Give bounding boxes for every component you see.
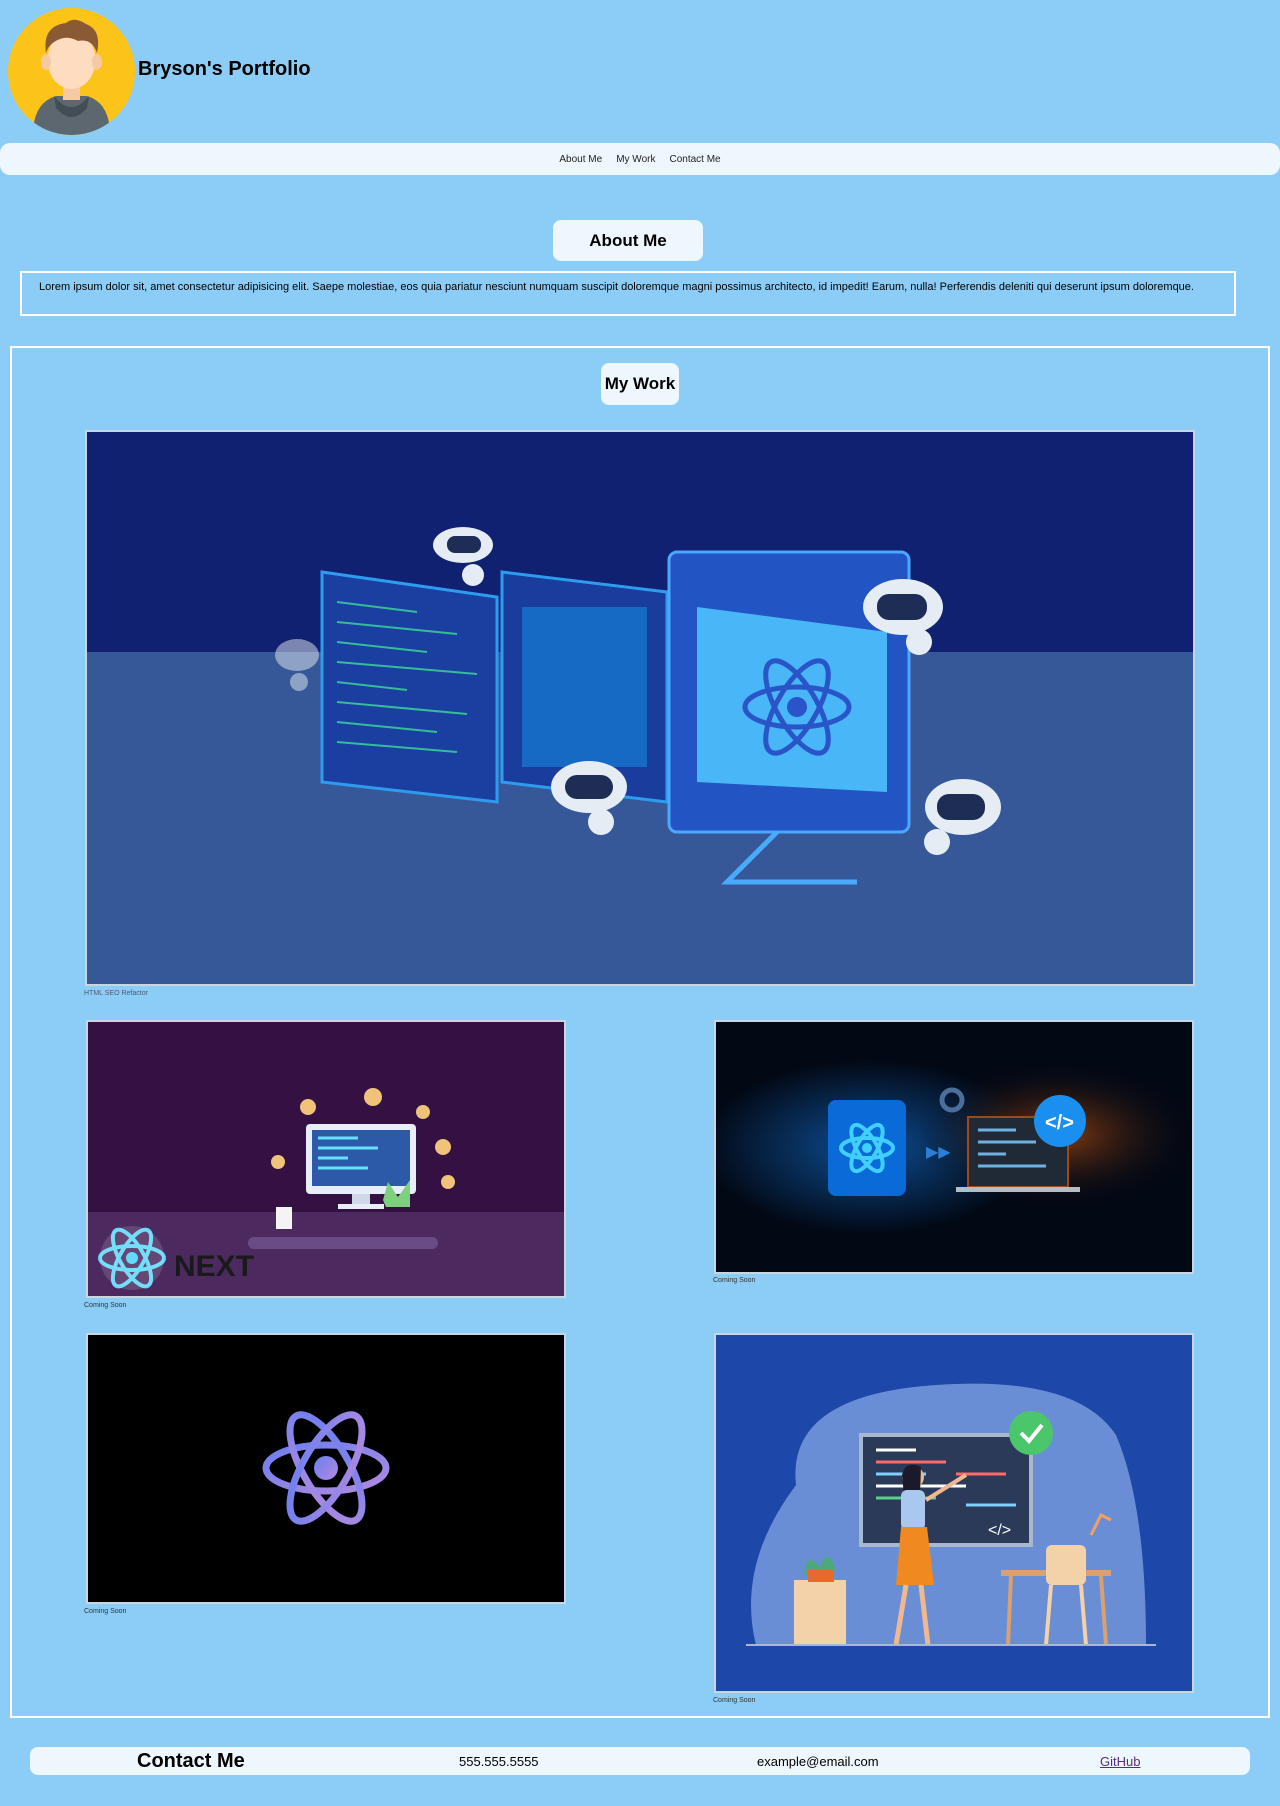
svg-text:</>: </> [1045,1112,1074,1134]
github-link[interactable]: GitHub [1100,1754,1140,1769]
project-caption: Coming Soon [84,1302,127,1309]
react-laptop-illustration: ▶▶ </> [716,1022,1192,1272]
react-robots-illustration [87,432,1193,984]
site-title: Bryson's Portfolio [138,58,311,80]
contact-email: example@email.com [757,1754,879,1769]
svg-text:NEXT: NEXT [174,1250,254,1283]
svg-text:▶▶: ▶▶ [926,1144,951,1161]
project-caption: Coming Soon [713,1277,756,1284]
about-text: Lorem ipsum dolor sit, amet consectetur … [20,271,1236,316]
contact-phone: 555.555.5555 [459,1754,539,1769]
react-next-illustration: NEXT [88,1022,564,1296]
svg-text:</>: </> [988,1522,1011,1539]
contact-footer: Contact Me 555.555.5555 example@email.co… [30,1747,1250,1775]
project-card-5[interactable]: </> [714,1333,1194,1693]
work-heading: My Work [601,363,679,405]
contact-heading: Contact Me [137,1750,245,1772]
project-card-2[interactable]: NEXT [86,1020,566,1298]
project-caption: Coming Soon [84,1608,127,1615]
project-caption: Coming Soon [713,1697,756,1704]
project-card-html-seo[interactable] [85,430,1195,986]
nav-link-contact[interactable]: Contact Me [669,154,720,165]
project-card-3[interactable]: ▶▶ </> [714,1020,1194,1274]
nav-link-work[interactable]: My Work [616,154,655,165]
site-header: Bryson's Portfolio [0,0,1280,142]
top-nav: About Me My Work Contact Me [0,143,1280,175]
nav-link-about[interactable]: About Me [559,154,602,165]
project-caption: HTML SEO Refactor [84,990,148,997]
about-heading: About Me [553,220,703,261]
developer-avatar-icon [8,8,135,135]
react-logo-black [88,1335,564,1602]
project-card-4[interactable] [86,1333,566,1604]
teacher-board-illustration: </> [716,1335,1192,1691]
